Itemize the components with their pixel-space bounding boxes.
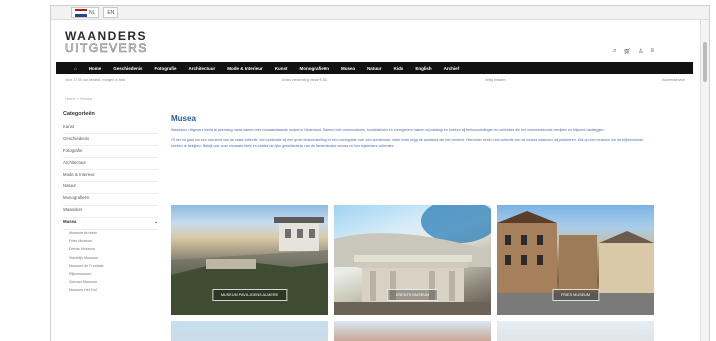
sidebar-item[interactable]: Waanders	[63, 207, 158, 218]
usp-item: Gratis verzending vanaf € 35,-	[281, 78, 329, 82]
museum-card[interactable]	[497, 321, 654, 341]
sidebar-subitem[interactable]: Museum Arnhem	[63, 231, 158, 239]
top-bar: NL EN	[51, 6, 709, 20]
museum-card[interactable]	[171, 321, 328, 341]
main-nav: ⌂ Home Geschiedenis Fotografie Architect…	[56, 62, 693, 74]
home-icon[interactable]: ⌂	[74, 66, 77, 71]
museum-button[interactable]: MUSEUM PAVILJOENS ALMERE	[211, 289, 288, 301]
sidebar-item[interactable]: Architectuur	[63, 160, 158, 171]
nav-item[interactable]: Monografieën	[300, 66, 330, 71]
main-content: Musea Waanders Uitgevers werkt al jarenl…	[171, 114, 649, 154]
header-icons: ⌕ 🛒︎ ♙ ≡	[613, 48, 654, 55]
menu-icon[interactable]: ≡	[650, 48, 654, 55]
language-label: NL	[89, 9, 96, 16]
nav-item[interactable]: Fotografie	[155, 66, 177, 71]
intro-text: Waanders Uitgevers werkt al jarenlang na…	[171, 128, 605, 132]
museum-card[interactable]: DRENTS MUSEUM	[334, 205, 491, 315]
sidebar-subitem[interactable]: Drents Museum	[63, 247, 158, 255]
user-icon[interactable]: ♙	[638, 48, 643, 55]
sidebar-subitem[interactable]: Zeeuws Museum	[63, 280, 158, 288]
nav-item[interactable]: Natuur	[367, 66, 382, 71]
nav-item[interactable]: English	[415, 66, 431, 71]
sidebar-item[interactable]: Monografieën	[63, 195, 158, 206]
sidebar-item[interactable]: Mode & Interieur	[63, 172, 158, 182]
sidebar-item[interactable]: Fotografie	[63, 148, 158, 159]
nav-item[interactable]: Musea	[341, 66, 355, 71]
museum-card[interactable]	[334, 321, 491, 341]
usp-bar: Voor 17.00 uur besteld, morgen in huis G…	[65, 78, 685, 86]
sidebar-subitem[interactable]: Stedelijk Museum	[63, 256, 158, 264]
museum-card[interactable]: FRIES MUSEUM	[497, 205, 654, 315]
nav-item[interactable]: Kids	[394, 66, 404, 71]
logo[interactable]: WAANDERS UITGEVERS	[65, 30, 148, 54]
body-text: Of het nu gaat om een overzicht van de v…	[171, 137, 644, 148]
sidebar-item[interactable]: Geschiedenis	[63, 136, 158, 147]
nav-item[interactable]: Architectuur	[189, 66, 216, 71]
usp-item: Veilig betalen	[484, 78, 506, 82]
scrollbar[interactable]	[700, 20, 709, 341]
category-sidebar: Categorieën Kunst Geschiedenis Fotografi…	[63, 111, 158, 297]
site-header: WAANDERS UITGEVERS ⌕ 🛒︎ ♙ ≡	[51, 20, 709, 66]
nav-item[interactable]: Mode & Interieur	[227, 66, 263, 71]
nav-item[interactable]: Geschiedenis	[113, 66, 142, 71]
museum-button[interactable]: FRIES MUSEUM	[551, 289, 600, 301]
sidebar-subitem[interactable]: Museum de Fundatie	[63, 264, 158, 272]
museum-button[interactable]: DRENTS MUSEUM	[386, 289, 439, 301]
cart-icon[interactable]: 🛒︎	[623, 48, 631, 55]
language-tab-en[interactable]: EN	[103, 7, 119, 18]
nav-item[interactable]: Archief	[444, 66, 460, 71]
nav-item[interactable]: Kunst	[275, 66, 288, 71]
usp-item: Voor 17.00 uur besteld, morgen in huis	[65, 78, 126, 82]
browser-window: NL EN WAANDERS UITGEVERS ⌕ 🛒︎ ♙ ≡ ⌂ Home…	[50, 5, 710, 341]
chevron-down-icon: ⌄	[154, 219, 158, 225]
page-title: Musea	[171, 114, 196, 123]
nav-item[interactable]: Home	[89, 66, 102, 71]
sidebar-item[interactable]: Kunst	[63, 124, 158, 135]
breadcrumb[interactable]: Home > Musea	[65, 96, 92, 101]
dutch-flag-icon	[75, 8, 87, 17]
museum-grid: MUSEUM PAVILJOENS ALMERE DRENTS MUSEUM F…	[171, 205, 654, 341]
museum-card[interactable]: MUSEUM PAVILJOENS ALMERE	[171, 205, 328, 315]
logo-line2: UITGEVERS	[65, 41, 148, 55]
sidebar-subitem[interactable]: Rijksmuseum	[63, 272, 158, 280]
sidebar-subitem[interactable]: Museum Het Hof	[63, 288, 158, 296]
search-icon[interactable]: ⌕	[613, 48, 616, 55]
scrollbar-thumb[interactable]	[703, 42, 707, 82]
language-tab-nl[interactable]: NL	[71, 7, 100, 18]
usp-item: Klantenservice	[662, 78, 685, 82]
sidebar-item-musea[interactable]: Musea ⌄	[63, 219, 158, 230]
sidebar-subitem[interactable]: Fries Museum	[63, 239, 158, 247]
sidebar-item[interactable]: Natuur	[63, 183, 158, 194]
sidebar-title: Categorieën	[63, 111, 95, 117]
